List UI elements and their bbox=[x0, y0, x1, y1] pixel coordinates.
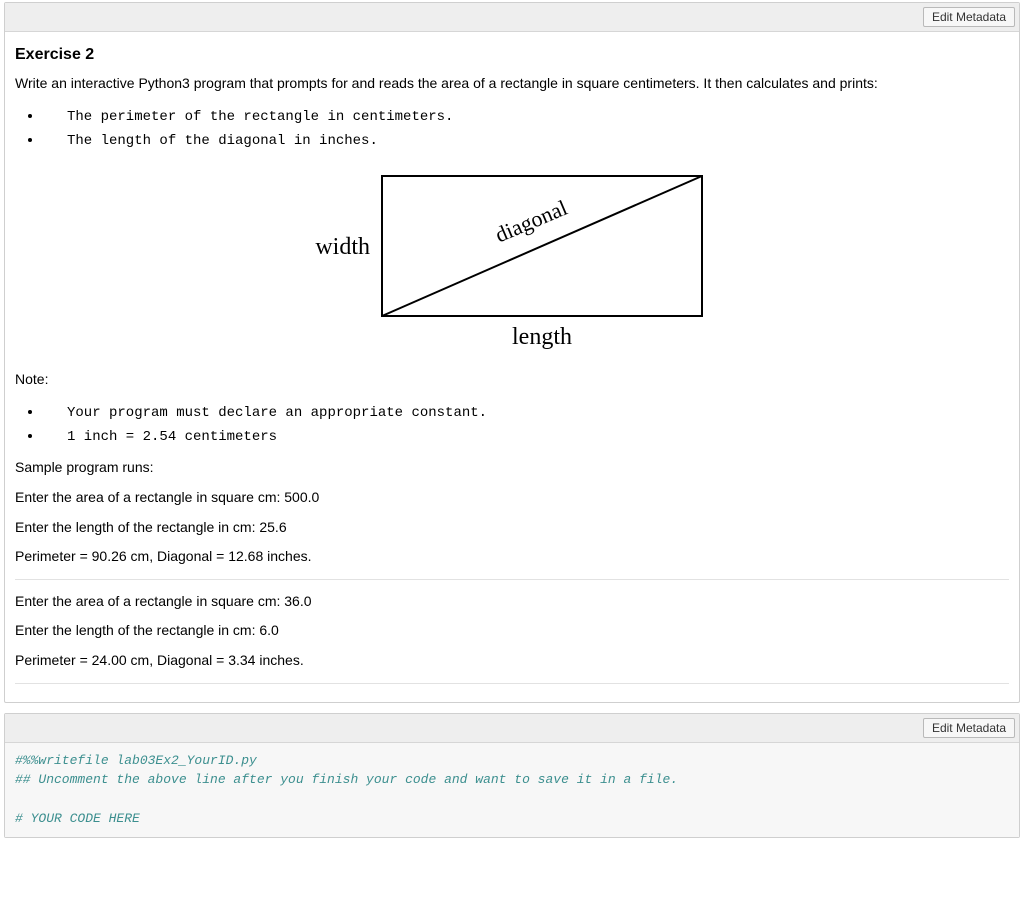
sample-run-line: Enter the area of a rectangle in square … bbox=[15, 592, 1009, 612]
diagram-width-label: width bbox=[315, 234, 370, 260]
code-line: ## Uncomment the above line after you fi… bbox=[15, 772, 678, 787]
cell-toolbar: Edit Metadata bbox=[5, 3, 1019, 32]
exercise-intro: Write an interactive Python3 program tha… bbox=[15, 74, 1009, 94]
rectangle-diagram: width length diagonal bbox=[15, 166, 1009, 356]
code-editor[interactable]: #%%writefile lab03Ex2_YourID.py ## Uncom… bbox=[5, 743, 1019, 837]
rectangle-diagram-svg: width length diagonal bbox=[312, 166, 712, 356]
sample-run-line: Enter the area of a rectangle in square … bbox=[15, 488, 1009, 508]
sample-runs-heading: Sample program runs: bbox=[15, 458, 1009, 478]
sample-run-line: Perimeter = 90.26 cm, Diagonal = 12.68 i… bbox=[15, 547, 1009, 567]
code-line: #%%writefile lab03Ex2_YourID.py bbox=[15, 753, 257, 768]
markdown-cell: Edit Metadata Exercise 2 Write an intera… bbox=[4, 2, 1020, 703]
sample-run-line: Perimeter = 24.00 cm, Diagonal = 3.34 in… bbox=[15, 651, 1009, 671]
sample-run-line: Enter the length of the rectangle in cm:… bbox=[15, 621, 1009, 641]
task-list: The perimeter of the rectangle in centim… bbox=[15, 104, 1009, 153]
diagram-length-label: length bbox=[512, 324, 572, 350]
divider bbox=[15, 683, 1009, 684]
task-item: The length of the diagonal in inches. bbox=[43, 128, 1009, 152]
sample-run-line: Enter the length of the rectangle in cm:… bbox=[15, 518, 1009, 538]
note-list: Your program must declare an appropriate… bbox=[15, 400, 1009, 449]
markdown-cell-body: Exercise 2 Write an interactive Python3 … bbox=[5, 32, 1019, 702]
edit-metadata-button[interactable]: Edit Metadata bbox=[923, 7, 1015, 27]
note-item: Your program must declare an appropriate… bbox=[43, 400, 1009, 424]
code-cell: Edit Metadata #%%writefile lab03Ex2_Your… bbox=[4, 713, 1020, 838]
exercise-title: Exercise 2 bbox=[15, 46, 1009, 64]
note-heading: Note: bbox=[15, 370, 1009, 390]
edit-metadata-button[interactable]: Edit Metadata bbox=[923, 718, 1015, 738]
divider bbox=[15, 579, 1009, 580]
note-item: 1 inch = 2.54 centimeters bbox=[43, 424, 1009, 448]
task-item: The perimeter of the rectangle in centim… bbox=[43, 104, 1009, 128]
code-line: # YOUR CODE HERE bbox=[15, 811, 140, 826]
cell-toolbar: Edit Metadata bbox=[5, 714, 1019, 743]
